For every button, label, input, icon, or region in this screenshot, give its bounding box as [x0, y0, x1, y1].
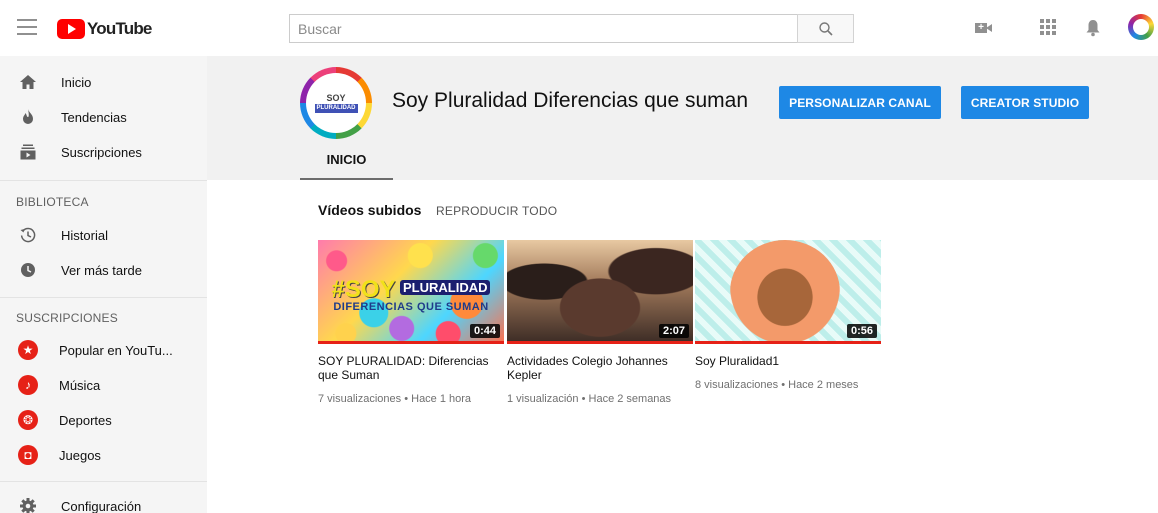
video-card[interactable]: 2:07 Actividades Colegio Johannes Kepler…	[507, 240, 693, 406]
sidebar-divider	[0, 297, 207, 298]
youtube-play-icon	[57, 19, 85, 39]
sidebar-item-label: Inicio	[61, 74, 92, 90]
home-icon	[18, 72, 38, 92]
notifications-bell-icon[interactable]	[1085, 19, 1103, 37]
video-title[interactable]: Actividades Colegio Johannes Kepler	[507, 354, 687, 382]
sidebar-item-popular[interactable]: ★ Popular en YouTu...	[0, 332, 207, 368]
watched-progress-bar	[507, 341, 693, 344]
top-bar: YouTube +	[0, 0, 1158, 56]
logo-text: YouTube	[87, 19, 152, 38]
sidebar-item-inicio[interactable]: Inicio	[0, 64, 207, 100]
sidebar-divider	[0, 180, 207, 181]
sidebar-item-tendencias[interactable]: Tendencias	[0, 99, 207, 135]
video-title[interactable]: SOY PLURALIDAD: Diferencias que Suman	[318, 354, 498, 382]
gamepad-icon: ◘	[18, 445, 38, 465]
account-avatar[interactable]	[1128, 14, 1154, 40]
sidebar-item-configuracion[interactable]: Configuración	[0, 488, 207, 513]
sidebar-item-label: Popular en YouTu...	[59, 342, 173, 358]
sidebar-item-label: Música	[59, 377, 101, 393]
thumbnail-text: PLURALIDAD	[399, 280, 491, 295]
tab-inicio[interactable]: INICIO	[300, 140, 393, 180]
sidebar-item-musica[interactable]: ♪ Música	[0, 367, 207, 403]
flame-icon	[18, 107, 38, 127]
sidebar-item-suscripciones[interactable]: Suscripciones	[0, 134, 207, 170]
thumbnail-image	[730, 240, 840, 344]
ball-icon: ❂	[18, 410, 38, 430]
channel-avatar-text: SOY	[326, 93, 346, 103]
clock-icon	[18, 260, 38, 280]
watched-progress-bar	[695, 341, 881, 344]
video-card[interactable]: 0:56 Soy Pluralidad1 8 visualizaciones •…	[695, 240, 881, 392]
video-thumbnail[interactable]: #SOY PLURALIDAD DIFERENCIAS QUE SUMAN 0:…	[318, 240, 504, 344]
video-meta: 7 visualizaciones • Hace 1 hora	[318, 393, 472, 405]
sidebar-item-label: Configuración	[61, 498, 142, 513]
sidebar-item-label: Tendencias	[61, 109, 127, 125]
video-title[interactable]: Soy Pluralidad1	[695, 354, 875, 368]
sidebar-item-label: Juegos	[59, 447, 101, 463]
creator-studio-button[interactable]: CREATOR STUDIO	[961, 86, 1089, 119]
history-icon	[18, 225, 38, 245]
sidebar-item-deportes[interactable]: ❂ Deportes	[0, 402, 207, 438]
video-thumbnail[interactable]: 2:07	[507, 240, 693, 344]
play-all-button[interactable]: REPRODUCIR TODO	[436, 204, 557, 218]
search-input[interactable]	[290, 15, 797, 42]
library-heading: BIBLIOTECA	[16, 195, 89, 209]
video-card[interactable]: #SOY PLURALIDAD DIFERENCIAS QUE SUMAN 0:…	[318, 240, 504, 406]
sidebar-divider	[0, 481, 207, 482]
sidebar-item-label: Historial	[61, 227, 108, 243]
thumbnail-title-art: #SOY PLURALIDAD DIFERENCIAS QUE SUMAN	[318, 276, 504, 313]
search-button[interactable]	[797, 14, 854, 43]
sidebar-item-label: Deportes	[59, 412, 112, 428]
sidebar-item-label: Ver más tarde	[61, 262, 142, 278]
shelf-title[interactable]: Vídeos subidos	[318, 202, 421, 218]
create-video-icon[interactable]: +	[975, 20, 993, 36]
channel-avatar-subtext: PLURALIDAD	[314, 104, 358, 113]
gear-icon	[18, 496, 38, 513]
sidebar-item-juegos[interactable]: ◘ Juegos	[0, 437, 207, 473]
channel-avatar[interactable]: SOY PLURALIDAD	[300, 67, 372, 139]
youtube-logo[interactable]: YouTube	[57, 18, 152, 40]
star-icon: ★	[18, 340, 38, 360]
video-duration: 2:07	[658, 324, 689, 338]
video-thumbnail[interactable]: 0:56	[695, 240, 881, 344]
sidebar-item-label: Suscripciones	[61, 144, 142, 160]
thumbnail-text: #SOY	[331, 276, 396, 303]
subscriptions-icon	[18, 142, 38, 162]
sidebar-item-historial[interactable]: Historial	[0, 217, 207, 253]
sidebar: Inicio Tendencias Suscripciones BIBLIOTE…	[0, 56, 207, 513]
subscriptions-heading: SUSCRIPCIONES	[16, 311, 118, 325]
hamburger-menu-icon[interactable]	[17, 19, 37, 35]
music-note-icon: ♪	[18, 375, 38, 395]
search-box	[289, 14, 798, 43]
customize-channel-button[interactable]: PERSONALIZAR CANAL	[779, 86, 941, 119]
video-duration: 0:44	[469, 324, 500, 338]
channel-title: Soy Pluralidad Diferencias que suman	[392, 89, 749, 112]
watched-progress-bar	[318, 341, 504, 344]
thumbnail-text: DIFERENCIAS QUE SUMAN	[333, 301, 489, 313]
sidebar-item-ver-mas-tarde[interactable]: Ver más tarde	[0, 252, 207, 288]
video-meta: 1 visualización • Hace 2 semanas	[507, 393, 672, 405]
video-meta: 8 visualizaciones • Hace 2 meses	[695, 379, 859, 391]
apps-grid-icon[interactable]	[1040, 19, 1056, 35]
search-icon	[818, 21, 833, 36]
video-duration: 0:56	[846, 324, 877, 338]
